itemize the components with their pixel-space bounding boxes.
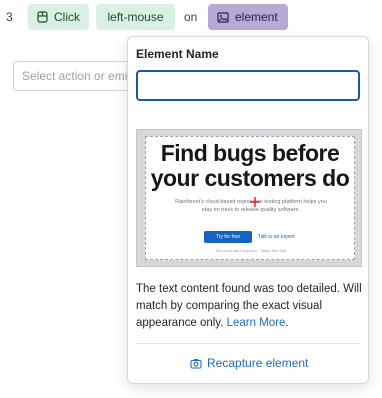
- element-name-input[interactable]: [136, 70, 360, 101]
- element-label: element: [235, 10, 278, 24]
- step-row: 3 Click left-mouse on element: [0, 4, 382, 30]
- preview-frame: Find bugs before your customers do Rainf…: [145, 136, 355, 260]
- element-name-popover: Element Name Find bugs before your custo…: [127, 36, 369, 384]
- preview-cta-primary: Try for free: [204, 231, 252, 243]
- mouse-click-icon: [37, 11, 48, 23]
- preview-headline: Find bugs before your customers do: [150, 140, 350, 191]
- recapture-element-button[interactable]: Recapture element: [190, 355, 308, 371]
- description: The text content found was too detailed.…: [136, 281, 364, 332]
- camera-icon: [190, 358, 202, 369]
- image-icon: [217, 11, 229, 23]
- on-label: on: [184, 10, 198, 24]
- crosshair-icon: [250, 194, 260, 207]
- popover-title: Element Name: [136, 47, 219, 61]
- divider: [136, 343, 360, 344]
- step-number: 3: [6, 10, 13, 24]
- learn-more-link[interactable]: Learn More: [227, 317, 286, 329]
- mouse-button-chip[interactable]: left-mouse: [96, 4, 175, 30]
- element-screenshot-preview: Find bugs before your customers do Rainf…: [136, 129, 362, 267]
- recapture-label: Recapture element: [207, 356, 309, 370]
- mouse-button-label: left-mouse: [107, 10, 164, 24]
- click-action-chip[interactable]: Click: [28, 4, 89, 30]
- description-period: .: [285, 317, 289, 329]
- click-label: Click: [54, 10, 80, 24]
- preview-footnote: No credit card required · Setup free tri…: [215, 248, 287, 253]
- element-target-chip[interactable]: element: [208, 4, 288, 30]
- preview-cta-secondary: Talk to an expert: [258, 234, 295, 240]
